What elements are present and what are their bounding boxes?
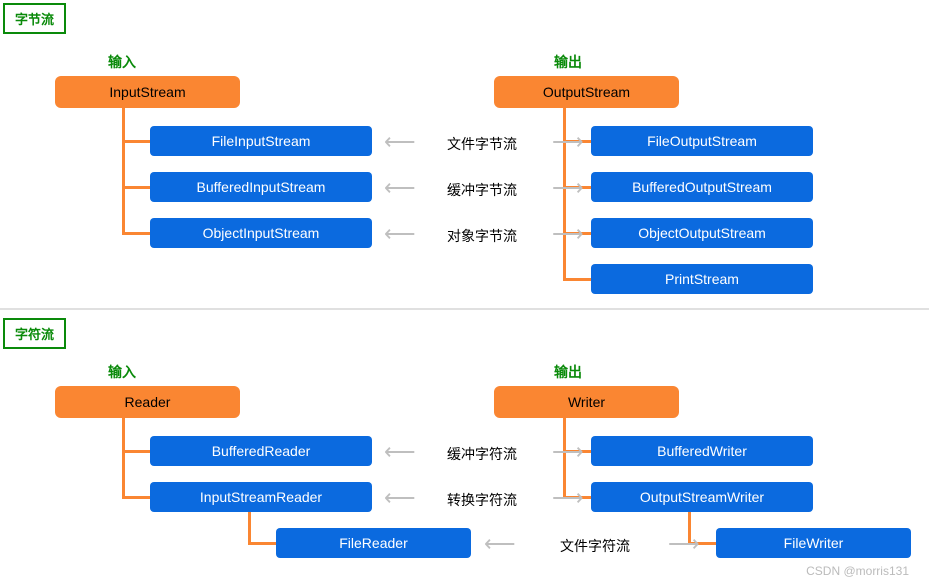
- byte-in-h3: [122, 232, 150, 235]
- arrow-right-icon: ⟶: [552, 441, 584, 463]
- char-in-gc-vline: [248, 512, 251, 544]
- arrow-left-icon: ⟵: [384, 487, 416, 509]
- arrow-left-icon: ⟵: [384, 441, 416, 463]
- inputstream-root: InputStream: [55, 76, 240, 108]
- arrow-left-icon: ⟵: [384, 131, 416, 153]
- char-stream-section-label: 字符流: [3, 318, 66, 349]
- char-input-header: 输入: [108, 362, 136, 382]
- writer-root: Writer: [494, 386, 679, 418]
- outputstreamwriter-box: OutputStreamWriter: [591, 482, 813, 512]
- arrow-right-icon: ⟶: [552, 487, 584, 509]
- byte-in-vline: [122, 108, 125, 234]
- char-output-header: 输出: [554, 362, 582, 382]
- file-byte-stream-label: 文件字节流: [432, 134, 532, 154]
- bufferedreader-box: BufferedReader: [150, 436, 372, 466]
- fileoutputstream-box: FileOutputStream: [591, 126, 813, 156]
- bufferedoutputstream-box: BufferedOutputStream: [591, 172, 813, 202]
- filereader-box: FileReader: [276, 528, 471, 558]
- inputstreamreader-box: InputStreamReader: [150, 482, 372, 512]
- char-in-h2: [122, 496, 150, 499]
- arrow-right-icon: ⟶: [552, 223, 584, 245]
- byte-out-h4: [563, 278, 591, 281]
- printstream-box: PrintStream: [591, 264, 813, 294]
- byte-in-h1: [122, 140, 150, 143]
- byte-output-header: 输出: [554, 52, 582, 72]
- bufferedinputstream-box: BufferedInputStream: [150, 172, 372, 202]
- arrow-right-icon: ⟶: [668, 533, 700, 555]
- object-byte-stream-label: 对象字节流: [432, 226, 532, 246]
- reader-root: Reader: [55, 386, 240, 418]
- arrow-left-icon: ⟵: [384, 177, 416, 199]
- char-in-h1: [122, 450, 150, 453]
- file-char-stream-label: 文件字符流: [545, 536, 645, 556]
- fileinputstream-box: FileInputStream: [150, 126, 372, 156]
- buffered-byte-stream-label: 缓冲字节流: [432, 180, 532, 200]
- bufferedwriter-box: BufferedWriter: [591, 436, 813, 466]
- arrow-left-icon: ⟵: [484, 533, 516, 555]
- objectoutputstream-box: ObjectOutputStream: [591, 218, 813, 248]
- arrow-right-icon: ⟶: [552, 131, 584, 153]
- byte-stream-section-label: 字节流: [3, 3, 66, 34]
- section-divider: [0, 308, 929, 310]
- byte-input-header: 输入: [108, 52, 136, 72]
- outputstream-root: OutputStream: [494, 76, 679, 108]
- objectinputstream-box: ObjectInputStream: [150, 218, 372, 248]
- char-in-vline: [122, 418, 125, 498]
- arrow-right-icon: ⟶: [552, 177, 584, 199]
- byte-in-h2: [122, 186, 150, 189]
- filewriter-box: FileWriter: [716, 528, 911, 558]
- arrow-left-icon: ⟵: [384, 223, 416, 245]
- convert-char-stream-label: 转换字符流: [432, 490, 532, 510]
- char-in-gc-hline: [248, 542, 276, 545]
- footer-credit: CSDN @morris131: [806, 564, 909, 578]
- buffered-char-stream-label: 缓冲字符流: [432, 444, 532, 464]
